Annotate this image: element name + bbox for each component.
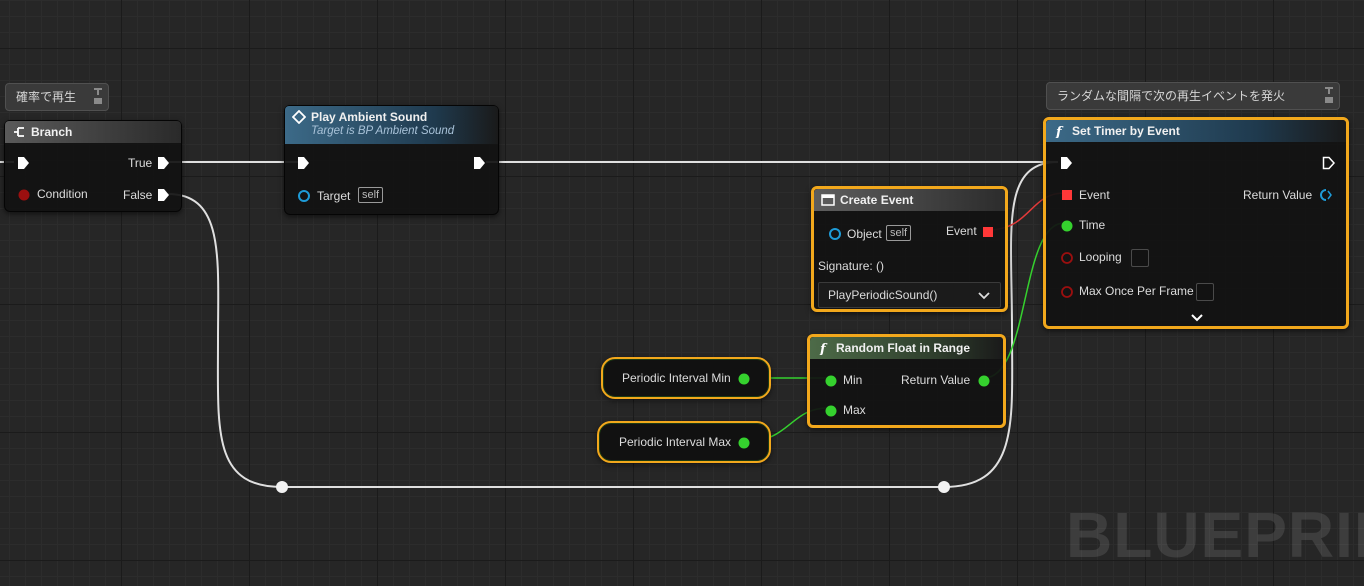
periodic-interval-min-label: Periodic Interval Min	[622, 371, 731, 385]
function-call-icon	[292, 110, 306, 124]
return-value-pin[interactable]	[1319, 188, 1333, 202]
condition-pin[interactable]	[17, 188, 31, 202]
exec-false-pin[interactable]	[157, 188, 171, 202]
float-out-pin[interactable]	[737, 372, 751, 386]
exec-true-pin[interactable]	[157, 156, 171, 170]
chevron-down-icon	[978, 292, 990, 300]
float-out-pin[interactable]	[737, 436, 751, 450]
exec-out-pin[interactable]	[473, 156, 487, 170]
create-event-node[interactable]: Create Event Object self Event Signature…	[811, 186, 1008, 312]
comment-pin-icon[interactable]	[92, 87, 104, 107]
create-event-output-label: Event	[946, 224, 977, 238]
return-value-label: Return Value	[1243, 188, 1313, 202]
play-ambient-sound-node[interactable]: Play Ambient Sound Target is BP Ambient …	[284, 105, 499, 215]
max-once-pin[interactable]	[1060, 285, 1074, 299]
blueprint-watermark: BLUEPRINT	[1066, 499, 1364, 571]
event-delegate-pin[interactable]	[1061, 189, 1073, 201]
branch-condition-label: Condition	[37, 187, 88, 201]
time-pin[interactable]	[1060, 219, 1074, 233]
set-timer-by-event-node[interactable]: f Set Timer by Event Event Return Value …	[1043, 117, 1349, 329]
exec-in-pin[interactable]	[1060, 156, 1074, 170]
looping-checkbox[interactable]	[1131, 249, 1149, 267]
object-pin[interactable]	[828, 227, 842, 241]
event-label: Event	[1079, 188, 1110, 202]
svg-text:f: f	[1055, 125, 1064, 138]
play-ambient-title: Play Ambient Sound	[311, 110, 428, 124]
play-ambient-header[interactable]: Play Ambient Sound Target is BP Ambient …	[285, 106, 498, 144]
periodic-interval-max-getter[interactable]: Periodic Interval Max	[597, 421, 771, 463]
function-select-dropdown[interactable]: PlayPeriodicSound()	[818, 282, 1001, 308]
exec-in-pin[interactable]	[297, 156, 311, 170]
exec-wire-false-reroute	[167, 193, 283, 488]
branch-false-label: False	[123, 188, 153, 202]
looping-pin[interactable]	[1060, 251, 1074, 265]
looping-label: Looping	[1079, 250, 1122, 264]
random-float-title: Random Float in Range	[836, 341, 971, 355]
expand-chevron-icon[interactable]	[1190, 313, 1204, 323]
set-timer-title: Set Timer by Event	[1072, 124, 1180, 138]
comment-pin-icon[interactable]	[1323, 86, 1335, 106]
min-label: Min	[843, 373, 863, 387]
time-label: Time	[1079, 218, 1106, 232]
reroute-node-left[interactable]	[276, 481, 288, 493]
create-event-title: Create Event	[840, 193, 914, 207]
exec-in-pin[interactable]	[17, 156, 31, 170]
set-timer-header[interactable]: f Set Timer by Event	[1046, 120, 1346, 142]
object-label: Object	[847, 227, 882, 241]
timer-comment-text: ランダムな間隔で次の再生イベントを発火	[1057, 89, 1286, 103]
min-pin[interactable]	[824, 374, 838, 388]
random-float-header[interactable]: f Random Float in Range	[810, 337, 1003, 359]
play-ambient-subtitle: Target is BP Ambient Sound	[311, 125, 455, 137]
max-once-label: Max Once Per Frame	[1079, 284, 1194, 298]
pure-function-icon: f	[819, 342, 828, 355]
branch-node[interactable]: Branch True Condition False	[4, 120, 182, 212]
max-pin[interactable]	[824, 404, 838, 418]
object-self-default[interactable]: self	[886, 225, 912, 241]
function-icon: f	[1055, 125, 1064, 138]
event-window-icon	[821, 194, 835, 206]
periodic-interval-max-label: Periodic Interval Max	[619, 435, 732, 449]
function-select-value: PlayPeriodicSound()	[828, 288, 938, 302]
branch-node-header[interactable]: Branch	[5, 121, 181, 143]
create-event-header[interactable]: Create Event	[814, 189, 1005, 211]
branch-comment-text: 確率で再生	[16, 90, 77, 104]
branch-true-label: True	[128, 156, 153, 170]
target-self-default[interactable]: self	[358, 187, 384, 203]
exec-out-pin[interactable]	[1322, 156, 1336, 170]
branch-comment-bubble[interactable]: 確率で再生	[5, 83, 109, 111]
random-float-node[interactable]: f Random Float in Range Min Return Value…	[807, 334, 1006, 428]
return-value-pin[interactable]	[977, 374, 991, 388]
max-label: Max	[843, 403, 866, 417]
return-value-label: Return Value	[901, 373, 971, 387]
svg-text:f: f	[819, 342, 828, 355]
periodic-interval-min-getter[interactable]: Periodic Interval Min	[601, 357, 771, 399]
branch-title: Branch	[31, 125, 73, 139]
max-once-checkbox[interactable]	[1196, 283, 1214, 301]
reroute-node-right[interactable]	[938, 481, 950, 493]
timer-comment-bubble[interactable]: ランダムな間隔で次の再生イベントを発火	[1046, 82, 1340, 110]
delegate-out-pin[interactable]	[982, 226, 994, 238]
target-label: Target	[317, 189, 351, 203]
target-pin[interactable]	[297, 189, 311, 203]
signature-text: Signature: ()	[818, 259, 885, 273]
branch-icon	[14, 127, 24, 137]
